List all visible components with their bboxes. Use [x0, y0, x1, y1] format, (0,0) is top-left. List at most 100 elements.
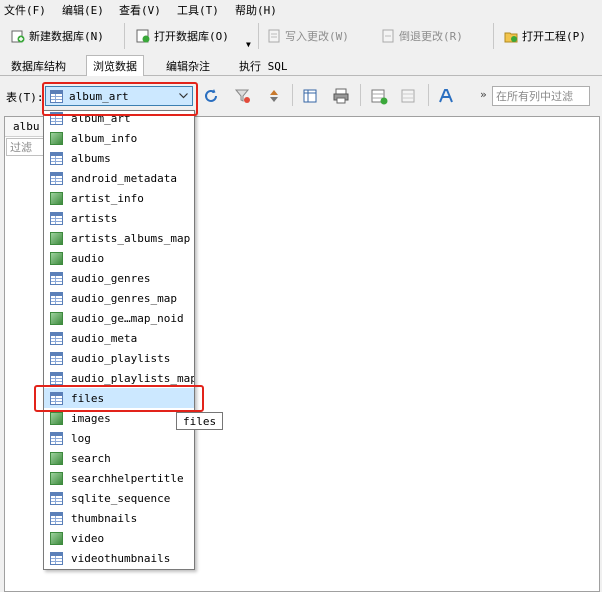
open-database-dropdown-arrow[interactable]: ▼ — [246, 40, 251, 49]
view-icon — [50, 451, 63, 465]
open-project-icon — [504, 32, 518, 43]
dropdown-item[interactable]: search — [44, 448, 194, 468]
dropdown-item-label: search — [71, 451, 111, 465]
new-database-button[interactable]: 新建数据库(N) — [10, 24, 104, 48]
revert-changes-label: 倒退更改(R) — [399, 30, 463, 43]
table-icon — [50, 271, 63, 285]
font-format-icon[interactable] — [437, 87, 455, 105]
dropdown-item[interactable]: log — [44, 428, 194, 448]
new-database-icon — [11, 30, 25, 43]
tooltip: files — [176, 412, 224, 430]
save-table-icon[interactable] — [302, 87, 320, 105]
clear-filter-icon[interactable] — [234, 87, 252, 105]
dropdown-item-label: artists_albums_map — [71, 231, 191, 245]
open-database-button[interactable]: 打开数据库(O) — [135, 24, 229, 48]
dropdown-item[interactable]: artists_albums_map — [44, 228, 194, 248]
view-icon — [50, 231, 63, 245]
view-icon — [50, 131, 63, 145]
view-icon — [50, 311, 63, 325]
dropdown-item[interactable]: video — [44, 528, 194, 548]
dropdown-item[interactable]: android_metadata — [44, 168, 194, 188]
menu-bar: 文件(F) 编辑(E) 查看(V) 工具(T) 帮助(H) — [0, 0, 602, 19]
dropdown-item-label: thumbnails — [71, 511, 138, 525]
more-chevron[interactable]: » — [480, 88, 487, 101]
write-changes-label: 写入更改(W) — [285, 30, 349, 43]
delete-record-icon[interactable] — [400, 87, 418, 105]
write-changes-icon — [268, 29, 280, 43]
toolbar-separator — [258, 23, 259, 49]
filter-all-columns-input[interactable]: 在所有列中过滤 — [492, 86, 590, 106]
refresh-icon[interactable] — [202, 87, 220, 105]
table-icon — [50, 371, 63, 385]
sort-icon[interactable] — [265, 87, 283, 105]
open-project-label: 打开工程(P) — [522, 30, 586, 43]
table-icon — [50, 551, 63, 565]
view-icon — [50, 471, 63, 485]
dropdown-item[interactable]: audio_meta — [44, 328, 194, 348]
dropdown-item-label: artists — [71, 211, 118, 225]
dropdown-item[interactable]: audio_ge…map_noid — [44, 308, 194, 328]
menu-file[interactable]: 文件(F) — [4, 2, 46, 18]
dropdown-item[interactable]: audio_playlists — [44, 348, 194, 368]
dropdown-item-label: audio_genres_map — [71, 291, 177, 305]
dropdown-item[interactable]: searchhelpertitle — [44, 468, 194, 488]
open-project-button[interactable]: 打开工程(P) — [503, 24, 586, 48]
tab-bar: 数据库结构 浏览数据 编辑杂注 执行 SQL — [0, 53, 602, 77]
dropdown-item[interactable]: albums — [44, 148, 194, 168]
menu-edit[interactable]: 编辑(E) — [62, 2, 104, 18]
view-icon — [50, 531, 63, 545]
write-changes-button[interactable]: 写入更改(W) — [266, 24, 349, 48]
dropdown-item[interactable]: artists — [44, 208, 194, 228]
menu-help[interactable]: 帮助(H) — [235, 2, 277, 18]
table-dropdown-list: album_art album_info albums android_metadat… — [43, 110, 195, 570]
table-icon — [50, 171, 63, 185]
table-label: 表(T): — [6, 91, 44, 104]
table-icon — [50, 151, 63, 165]
main-toolbar: 新建数据库(N) 打开数据库(O) ▼ 写入更改(W) 倒退更改(R) 打开工程… — [0, 19, 602, 54]
annotation-highlight-table-select — [42, 82, 198, 116]
print-icon[interactable] — [332, 87, 350, 105]
dropdown-item-label: audio_ge…map_noid — [71, 311, 184, 325]
toolbar-separator — [428, 84, 429, 106]
toolbar-separator — [124, 23, 125, 49]
dropdown-item-label: images — [71, 411, 111, 425]
menu-tools[interactable]: 工具(T) — [177, 2, 219, 18]
revert-changes-button[interactable]: 倒退更改(R) — [380, 24, 463, 48]
menu-view[interactable]: 查看(V) — [119, 2, 161, 18]
revert-changes-icon — [382, 29, 394, 43]
dropdown-item[interactable]: album_info — [44, 128, 194, 148]
tab-browse-data[interactable]: 浏览数据 — [86, 55, 144, 77]
tab-database-structure[interactable]: 数据库结构 — [4, 56, 73, 76]
dropdown-item-label: albums — [71, 151, 111, 165]
dropdown-item-label: audio_genres — [71, 271, 151, 285]
new-database-label: 新建数据库(N) — [29, 30, 104, 43]
dropdown-item[interactable]: videothumbnails — [44, 548, 194, 568]
dropdown-item-label: audio_playlists_map — [71, 371, 195, 385]
dropdown-item-label: audio_meta — [71, 331, 138, 345]
dropdown-item-label: log — [71, 431, 91, 445]
view-icon — [50, 191, 63, 205]
dropdown-item[interactable]: audio_genres_map — [44, 288, 194, 308]
dropdown-item[interactable]: artist_info — [44, 188, 194, 208]
toolbar-separator — [360, 84, 361, 106]
dropdown-item[interactable]: audio_genres — [44, 268, 194, 288]
tab-execute-sql[interactable]: 执行 SQL — [232, 56, 295, 76]
insert-record-icon[interactable] — [370, 87, 388, 105]
table-icon — [50, 431, 63, 445]
dropdown-item-label: searchhelpertitle — [71, 471, 184, 485]
dropdown-item-label: videothumbnails — [71, 551, 171, 565]
toolbar-separator — [493, 23, 494, 49]
dropdown-item-label: audio_playlists — [71, 351, 171, 365]
table-icon — [50, 351, 63, 365]
dropdown-item[interactable]: audio — [44, 248, 194, 268]
dropdown-item-label: sqlite_sequence — [71, 491, 171, 505]
dropdown-item[interactable]: thumbnails — [44, 508, 194, 528]
dropdown-item[interactable]: sqlite_sequence — [44, 488, 194, 508]
tab-edit-pragmas[interactable]: 编辑杂注 — [159, 56, 217, 76]
table-icon — [50, 211, 63, 225]
annotation-highlight-files-item — [34, 385, 204, 412]
toolbar-separator — [292, 84, 293, 106]
open-database-icon — [136, 29, 150, 43]
table-icon — [50, 291, 63, 305]
dropdown-item-label: android_metadata — [71, 171, 177, 185]
